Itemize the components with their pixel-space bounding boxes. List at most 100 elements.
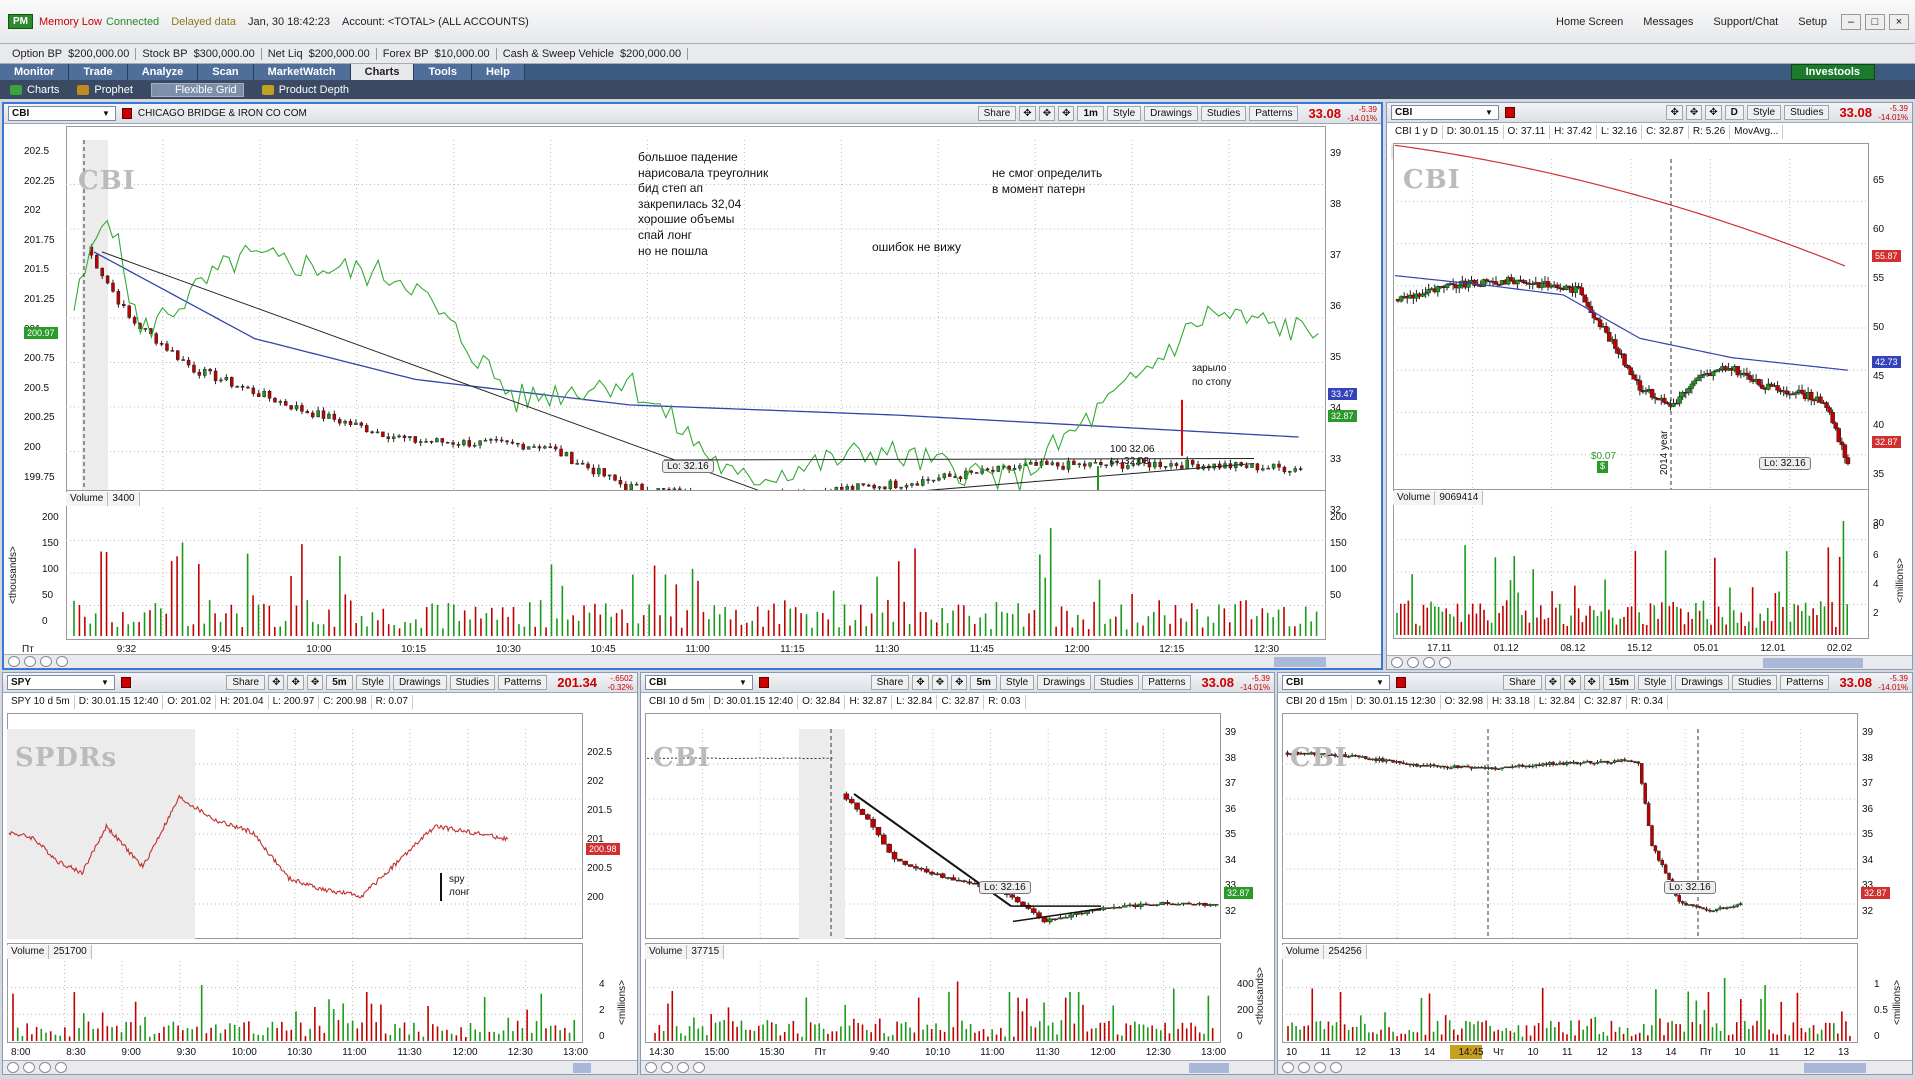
zoom-reset-icon[interactable] [1314,1062,1326,1073]
time-axis-label: 01.12 [1493,643,1519,654]
time-axis-label: 10:00 [231,1047,257,1058]
cbi-5m-chart-panel: CBI ▼ Share ✥ ✥ ✥ 5m Style Drawings Studies Patter… [640,672,1275,1075]
zoom-in-icon[interactable] [1391,657,1403,668]
time-axis-label: 9:30 [176,1047,197,1058]
setup-button[interactable]: Setup [1798,16,1827,28]
time-axis-label: 12 [1803,1047,1815,1058]
tab-monitor[interactable]: Monitor [0,64,70,80]
zoom-in-icon[interactable] [8,656,20,667]
time-axis-label: 9:00 [121,1047,141,1058]
axis-tick-label: 400 [1237,979,1254,990]
product-depth-icon [261,84,274,95]
volume-unit-label: <thousands> [1255,967,1266,1025]
axis-tick-label: 4 [599,979,605,990]
time-axis-label: 12:00 [452,1047,478,1058]
time-axis-label: 11 [1769,1047,1780,1058]
balance-value: $10,000.00 [434,47,490,60]
pm-badge: PM [8,14,33,29]
zoom-out-icon[interactable] [24,656,36,667]
time-axis-label: 13 [1389,1047,1401,1058]
axis-tick-label: 8 [1873,521,1879,532]
volume-plot [7,961,583,1041]
support-chat-button[interactable]: Support/Chat [1713,16,1778,28]
main-nav: Monitor Trade Analyze Scan MarketWatch Charts… [0,64,1915,80]
tab-analyze[interactable]: Analyze [127,64,199,80]
subtab-prophet[interactable]: Prophet [77,84,133,96]
tab-scan[interactable]: Scan [198,64,254,80]
axis-tick-label: 50 [1330,590,1342,601]
zoom-reset-icon[interactable] [1423,657,1435,668]
time-axis-label: 9:40 [869,1047,890,1058]
hand-tool-icon[interactable] [1330,1062,1342,1073]
axis-tick-label: 100 [42,564,59,575]
hand-tool-icon[interactable] [693,1062,705,1073]
balance-item: Cash & Sweep Vehicle $200,000.00 [497,47,689,60]
axis-tick-label: 200 [1330,512,1347,523]
horizontal-scrollbar[interactable] [573,1063,591,1073]
subtab-flexible-grid[interactable]: Flexible Grid [150,82,244,97]
maximize-button[interactable]: □ [1865,13,1885,30]
hand-tool-icon[interactable] [55,1062,67,1073]
messages-button[interactable]: Messages [1643,16,1693,28]
time-axis-label: 15.12 [1627,643,1653,654]
zoom-in-icon[interactable] [645,1062,657,1073]
time-axis-label: 13:00 [1201,1047,1227,1058]
zoom-reset-icon[interactable] [40,656,52,667]
zoom-in-icon[interactable] [7,1062,19,1073]
time-axis-label: Чт [1493,1047,1505,1058]
volume-plot [645,961,1221,1041]
account-selector[interactable]: Account: <TOTAL> (ALL ACCOUNTS) [342,16,529,28]
balances-bar: Option BP $200,000.00 Stock BP $300,000.00 N… [0,44,1915,64]
volume-unit-label: <millions> [1892,979,1903,1025]
axis-tick-label: 50 [42,590,54,601]
zoom-reset-icon[interactable] [39,1062,51,1073]
subtab-product-depth[interactable]: Product Depth [261,84,349,96]
time-axis-label: 11 [1562,1047,1573,1058]
zoom-in-icon[interactable] [1282,1062,1294,1073]
zoom-out-icon[interactable] [23,1062,35,1073]
balance-label: Stock BP [142,47,188,60]
horizontal-scrollbar[interactable] [1763,658,1863,668]
axis-tick-label: 150 [42,538,59,549]
balance-value: $200,000.00 [68,47,130,60]
zoom-out-icon[interactable] [1407,657,1419,668]
subtab-charts[interactable]: Charts [10,84,59,96]
time-axis-label: 12:30 [1145,1047,1171,1058]
memory-status: Memory Low [39,15,102,28]
time-axis-label: 11:00 [342,1047,367,1058]
time-axis-label: 8:30 [66,1047,86,1058]
time-axis-label: 15:00 [704,1047,730,1058]
horizontal-scrollbar[interactable] [1274,657,1326,667]
volume-plot [1393,507,1869,637]
home-screen-button[interactable]: Home Screen [1556,16,1623,28]
axis-tick-label: 100 [1330,564,1347,575]
zoom-out-icon[interactable] [1298,1062,1310,1073]
balance-value: $300,000.00 [193,47,255,60]
axis-tick-label: 0 [1237,1031,1243,1042]
horizontal-scrollbar[interactable] [1804,1063,1866,1073]
horizontal-scrollbar[interactable] [1189,1063,1229,1073]
time-axis-label: 05.01 [1693,643,1719,654]
time-axis-label: Пт [814,1047,827,1058]
time-axis-label: 12.01 [1760,643,1786,654]
time-axis-label: 12:30 [507,1047,533,1058]
hand-tool-icon[interactable] [56,656,68,667]
tab-charts[interactable]: Charts [350,64,415,80]
close-button[interactable]: × [1889,13,1909,30]
zoom-out-icon[interactable] [661,1062,673,1073]
hand-tool-icon[interactable] [1439,657,1451,668]
volume-plot [66,508,1326,638]
tab-help[interactable]: Help [471,64,525,80]
investools-button[interactable]: Investools [1790,64,1875,80]
clock: Jan, 30 18:42:23 [248,15,330,28]
balance-label: Forex BP [382,47,429,60]
tab-trade[interactable]: Trade [69,64,128,80]
tab-marketwatch[interactable]: MarketWatch [253,64,351,80]
balance-label: Net Liq [267,47,303,60]
minimize-button[interactable]: – [1841,13,1861,30]
zoom-reset-icon[interactable] [677,1062,689,1073]
tab-tools[interactable]: Tools [414,64,472,80]
charts-subnav: Charts Prophet Flexible Grid Product Depth [0,80,1915,99]
charts-icon [10,84,22,95]
time-axis-label: 14:45 [1458,1047,1484,1058]
